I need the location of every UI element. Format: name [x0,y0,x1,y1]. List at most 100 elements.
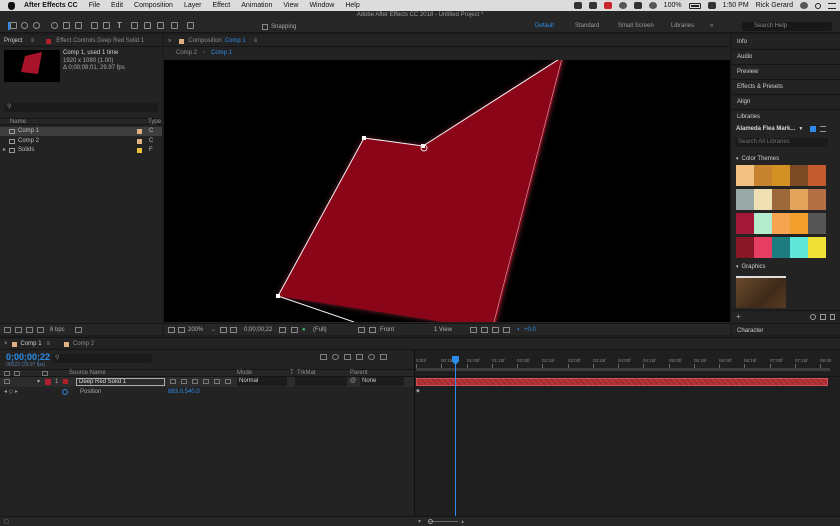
menu-file[interactable]: File [89,2,100,9]
draft-3d-icon[interactable] [332,354,339,360]
notification-center-icon[interactable] [828,2,836,9]
clone-stamp-tool[interactable] [143,22,152,30]
library-graphic-thumbnail[interactable] [736,276,786,308]
column-parent[interactable]: Parent [350,370,368,377]
timeline-search-input[interactable]: ⚲ [52,354,152,363]
view-layout-dropdown[interactable]: 1 View [434,324,452,336]
tab-timeline-comp-2[interactable]: Comp 2 [73,340,94,349]
color-swatch[interactable] [790,165,808,186]
search-help-input[interactable]: Search Help [742,22,832,31]
panel-menu-icon[interactable]: ≡ [254,37,258,46]
effect-switch-icon[interactable] [203,379,209,384]
label-color-swatch[interactable] [137,139,142,144]
region-of-interest-icon[interactable] [358,327,365,333]
siri-icon[interactable] [800,2,808,9]
comp-flowchart-icon[interactable] [503,327,510,333]
interpret-footage-icon[interactable] [4,326,11,333]
panel-align[interactable]: Align [732,95,840,110]
project-item-comp-1[interactable]: Comp 1 C [0,127,162,136]
panel-collapse-icon[interactable]: » [168,38,171,44]
stock-icon[interactable] [820,314,826,320]
breadcrumb-comp-2[interactable]: Comp 2 [176,49,197,58]
label-color-swatch[interactable] [45,379,51,385]
disclosure-triangle-icon[interactable]: ▾ [37,378,40,385]
magnification-icon[interactable] [178,327,185,333]
color-swatch[interactable] [808,165,826,186]
timeline-property-row[interactable]: ◂ ◇ ▸ Position 883.0,540.0 [0,387,414,396]
add-icon[interactable]: + [736,312,741,321]
color-channel-icon[interactable]: ● [302,324,306,336]
workspace-default[interactable]: Default [535,22,554,31]
property-value[interactable]: 883.0,540.0 [168,388,200,396]
graph-editor-icon[interactable] [380,354,387,360]
layer-name[interactable]: Deep Red Solid 1 [76,378,165,386]
trash-icon[interactable] [74,326,82,333]
grid-view-icon[interactable] [810,126,816,132]
shy-layers-icon[interactable] [344,354,351,360]
column-t[interactable]: T [290,370,294,377]
hand-tool[interactable] [20,22,29,30]
puppet-tool[interactable] [186,22,195,30]
color-swatch[interactable] [754,189,772,210]
status-icon[interactable] [618,2,627,9]
type-tool[interactable]: T [115,22,124,30]
comp-mini-flowchart-icon[interactable] [320,354,327,360]
spotlight-icon[interactable] [815,2,821,9]
color-swatch[interactable] [754,237,772,258]
panel-libraries-title[interactable]: Libraries [732,110,840,125]
zoom-in-icon[interactable]: ▴ [461,518,464,525]
roto-brush-tool[interactable] [170,22,179,30]
color-themes-header[interactable]: ▾ Color Themes [736,156,779,162]
bluetooth-icon[interactable] [633,2,642,9]
bit-depth-button[interactable]: 8 bpc [50,327,65,333]
always-preview-icon[interactable] [168,327,175,333]
color-theme-row[interactable] [736,237,826,258]
tab-composition-name[interactable]: Comp 1 [225,37,246,46]
frame-blending-icon[interactable] [356,354,363,360]
panel-menu-icon[interactable]: ≡ [31,37,35,46]
rotation-tool[interactable] [50,22,59,30]
label-color-swatch[interactable] [137,148,142,153]
color-swatch[interactable] [736,165,754,186]
title-safe-icon[interactable] [220,327,227,333]
brush-tool[interactable] [130,22,139,30]
workspace-overflow-icon[interactable]: » [710,22,713,31]
library-dropdown[interactable]: Alameda Flea Mark... ▼ [736,125,806,134]
blend-mode-dropdown[interactable]: Normal [237,377,287,386]
color-swatch[interactable] [808,237,826,258]
menu-layer[interactable]: Layer [184,2,202,9]
panel-character[interactable]: Character [732,323,840,338]
wifi-icon[interactable] [648,2,657,9]
color-swatch[interactable] [772,237,790,258]
column-mode[interactable]: Mode [237,370,252,377]
shy-switch-icon[interactable] [170,379,176,384]
project-search-input[interactable]: ⚲ [4,103,158,112]
panel-info[interactable]: Info [732,35,840,50]
color-swatch[interactable] [790,213,808,234]
eye-icon[interactable] [4,379,10,384]
pan-behind-tool[interactable] [74,22,83,30]
exposure-value[interactable]: +0.0 [524,324,536,336]
graphics-header[interactable]: ▾ Graphics [736,264,766,270]
menu-composition[interactable]: Composition [134,2,173,9]
workspace-small-screen[interactable]: Small Screen [618,22,654,31]
menu-clock[interactable]: 1:50 PM [723,2,749,9]
quality-switch-icon[interactable] [192,379,198,384]
creative-cloud-icon[interactable] [603,2,612,9]
eraser-tool[interactable] [156,22,165,30]
status-icon[interactable] [573,2,582,9]
exposure-icon[interactable]: ◑ [516,324,520,336]
selection-tool[interactable] [8,22,17,30]
mask-visibility-icon[interactable] [230,327,237,333]
menu-edit[interactable]: Edit [111,2,123,9]
snapshot-camera-icon[interactable] [279,327,286,333]
color-swatch[interactable] [772,189,790,210]
trash-icon[interactable] [830,314,835,320]
color-theme-row[interactable] [736,165,826,186]
menu-user[interactable]: Rick Gerard [756,2,793,9]
composition-viewer[interactable] [164,60,730,322]
work-area-bar[interactable] [416,368,830,371]
project-item-comp-2[interactable]: Comp 2 C [0,137,162,146]
track-matte-dropdown[interactable] [295,377,347,386]
toggle-pixel-aspect-icon[interactable] [470,327,477,333]
